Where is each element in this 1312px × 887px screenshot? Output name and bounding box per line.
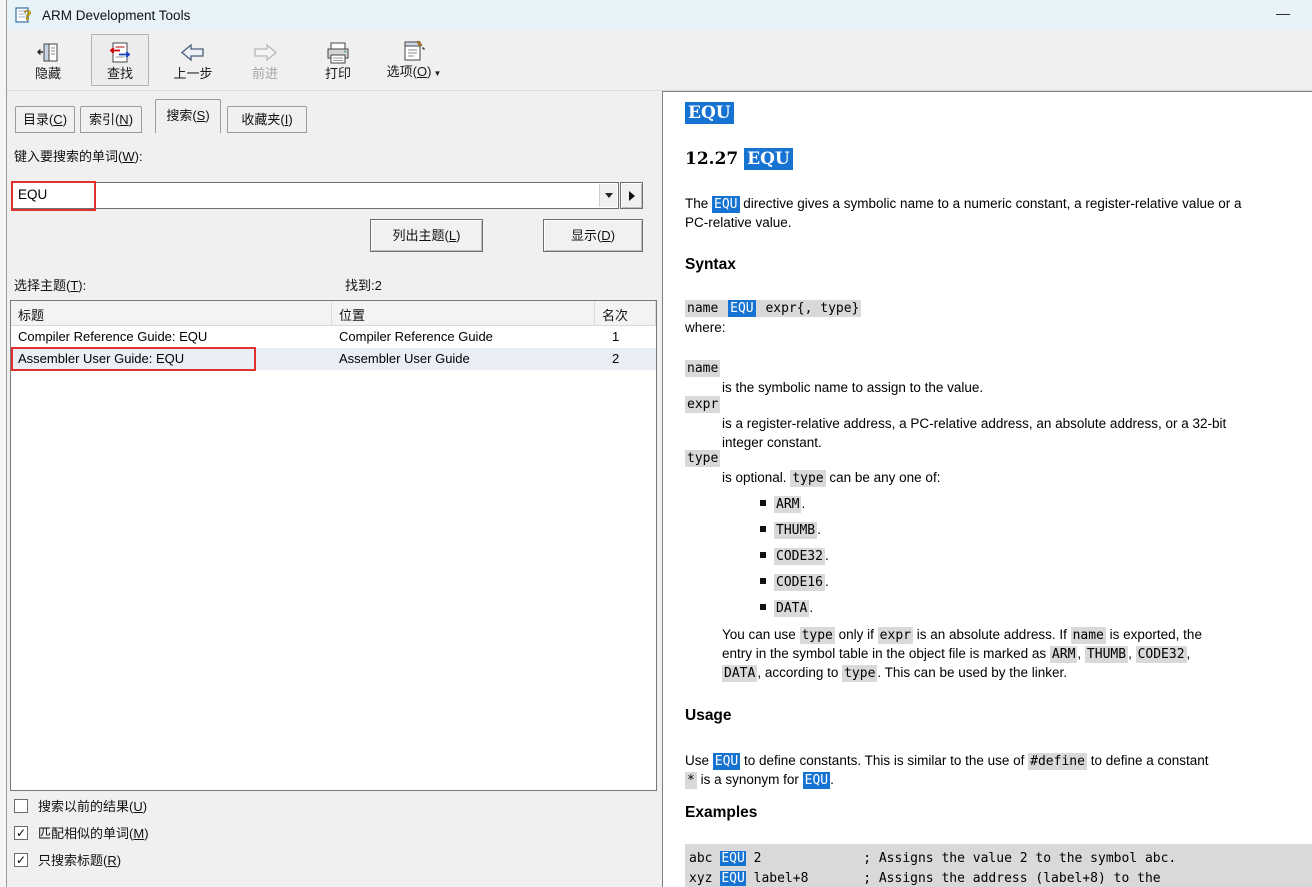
find-button[interactable]: 查找 <box>91 34 149 86</box>
navigation-pane: 目录(C) 索引(N) 搜索(S) 收藏夹(I) 键入要搜索的单词(W): EQ… <box>7 91 660 887</box>
tab-search[interactable]: 搜索(S) <box>155 99 221 133</box>
forward-label: 前进 <box>252 66 278 82</box>
list-item: THUMB. <box>760 520 821 540</box>
definition-term: expr <box>685 394 720 414</box>
display-button[interactable]: 显示(D) <box>543 219 643 252</box>
where-line: where: <box>685 318 726 337</box>
tab-index[interactable]: 索引(N) <box>80 106 142 133</box>
bullet-square-icon <box>760 578 766 584</box>
list-topics-button[interactable]: 列出主题(L) <box>370 219 483 252</box>
syntax-code-line: name EQU expr{, type} <box>685 298 861 318</box>
help-book-icon: ? <box>15 6 35 24</box>
title-bar: ? ARM Development Tools — <box>7 0 1312 30</box>
svg-text:?: ? <box>24 8 32 24</box>
combo-dropdown-button[interactable] <box>599 184 617 207</box>
back-label: 上一步 <box>173 66 212 82</box>
definition-term: name <box>685 358 720 378</box>
usage-line: Use EQU to define constants. This is sim… <box>685 751 1209 771</box>
bullet-square-icon <box>760 526 766 532</box>
bullet-square-icon <box>760 604 766 610</box>
back-arrow-icon <box>178 40 208 66</box>
list-item: CODE32. <box>760 546 829 566</box>
minimize-button[interactable]: — <box>1272 4 1294 24</box>
section-heading: 12.27 EQU <box>685 148 793 170</box>
found-count-label: 找到:2 <box>345 275 382 294</box>
example-code-block: abc EQU 2 ; Assigns the value 2 to the s… <box>685 844 1312 887</box>
usage-line: * is a synonym for EQU. <box>685 770 834 790</box>
forward-button: 前进 <box>235 34 295 86</box>
options-icon <box>399 38 429 64</box>
chevron-down-icon <box>605 193 613 198</box>
back-button[interactable]: 上一步 <box>163 34 223 86</box>
topic-title: EQU <box>685 102 734 124</box>
definition-term: type <box>685 448 720 468</box>
search-value: EQU <box>18 187 47 202</box>
code-line: xyz EQU label+8 ; Assigns the address (l… <box>689 869 1312 887</box>
checkbox-match-similar[interactable]: ✓ 匹配相似的单词(M) <box>14 823 149 842</box>
print-icon <box>324 40 352 66</box>
background-window-edge <box>0 0 7 887</box>
tab-favorites[interactable]: 收藏夹(I) <box>227 106 307 133</box>
options-button[interactable]: 选项(O)▼ <box>381 34 447 86</box>
list-item: DATA. <box>760 598 813 618</box>
list-item: CODE16. <box>760 572 829 592</box>
find-label: 查找 <box>107 66 133 82</box>
examples-heading: Examples <box>685 803 757 823</box>
search-results-list: 标题 位置 名次 Compiler Reference Guide: EQU C… <box>10 300 657 791</box>
print-label: 打印 <box>325 66 351 82</box>
content-pane: EQU 12.27 EQU The EQU directive gives a … <box>662 91 1312 887</box>
table-row[interactable]: Compiler Reference Guide: EQU Compiler R… <box>11 326 656 348</box>
bullet-square-icon <box>760 552 766 558</box>
table-row-selected[interactable]: Assembler User Guide: EQU Assembler User… <box>11 348 656 370</box>
bullet-square-icon <box>760 500 766 506</box>
column-header-location[interactable]: 位置 <box>332 301 595 325</box>
arrow-right-icon <box>629 191 635 201</box>
column-header-title[interactable]: 标题 <box>11 301 332 325</box>
checkbox-titles-only[interactable]: ✓ 只搜索标题(R) <box>14 850 121 869</box>
search-input[interactable]: EQU <box>12 182 619 209</box>
note-line: entry in the symbol table in the object … <box>722 644 1190 664</box>
keyword-label: 键入要搜索的单词(W): <box>14 146 143 165</box>
toolbar: 隐藏 查找 上一步 <box>7 30 1312 91</box>
definition-desc: is the symbolic name to assign to the va… <box>722 378 983 397</box>
intro-line: PC-relative value. <box>685 213 792 232</box>
hide-button[interactable]: 隐藏 <box>21 34 75 86</box>
app-window: ? ARM Development Tools — 隐藏 <box>0 0 1312 887</box>
results-header-row: 标题 位置 名次 <box>11 301 656 326</box>
definition-desc: is optional. type can be any one of: <box>722 468 940 488</box>
select-topic-label: 选择主题(T): <box>14 275 86 294</box>
expand-arrow-button[interactable] <box>620 182 643 209</box>
note-line: DATA, according to type. This can be use… <box>722 663 1067 683</box>
options-label: 选项(O) <box>387 64 432 79</box>
column-header-rank[interactable]: 名次 <box>595 301 656 325</box>
help-topic: EQU 12.27 EQU The EQU directive gives a … <box>663 92 1312 887</box>
note-line: You can use type only if expr is an abso… <box>722 625 1202 645</box>
checkbox-box[interactable]: ✓ <box>14 853 28 867</box>
syntax-heading: Syntax <box>685 255 736 275</box>
list-item: ARM. <box>760 494 805 514</box>
intro-line: The EQU directive gives a symbolic name … <box>685 194 1241 214</box>
chevron-down-icon: ▼ <box>433 69 441 78</box>
hide-label: 隐藏 <box>35 66 61 82</box>
hide-icon <box>35 40 61 66</box>
checkbox-box[interactable]: ✓ <box>14 826 28 840</box>
definition-desc: integer constant. <box>722 433 822 452</box>
tab-contents[interactable]: 目录(C) <box>15 106 75 133</box>
print-button[interactable]: 打印 <box>310 34 366 86</box>
checkbox-search-previous[interactable]: 搜索以前的结果(U) <box>14 796 147 815</box>
checkbox-box[interactable] <box>14 799 28 813</box>
forward-arrow-icon <box>250 40 280 66</box>
window-title: ARM Development Tools <box>42 8 190 23</box>
definition-desc: is a register-relative address, a PC-rel… <box>722 414 1226 433</box>
find-icon <box>107 40 133 66</box>
code-line: abc EQU 2 ; Assigns the value 2 to the s… <box>689 849 1312 869</box>
usage-heading: Usage <box>685 706 732 726</box>
